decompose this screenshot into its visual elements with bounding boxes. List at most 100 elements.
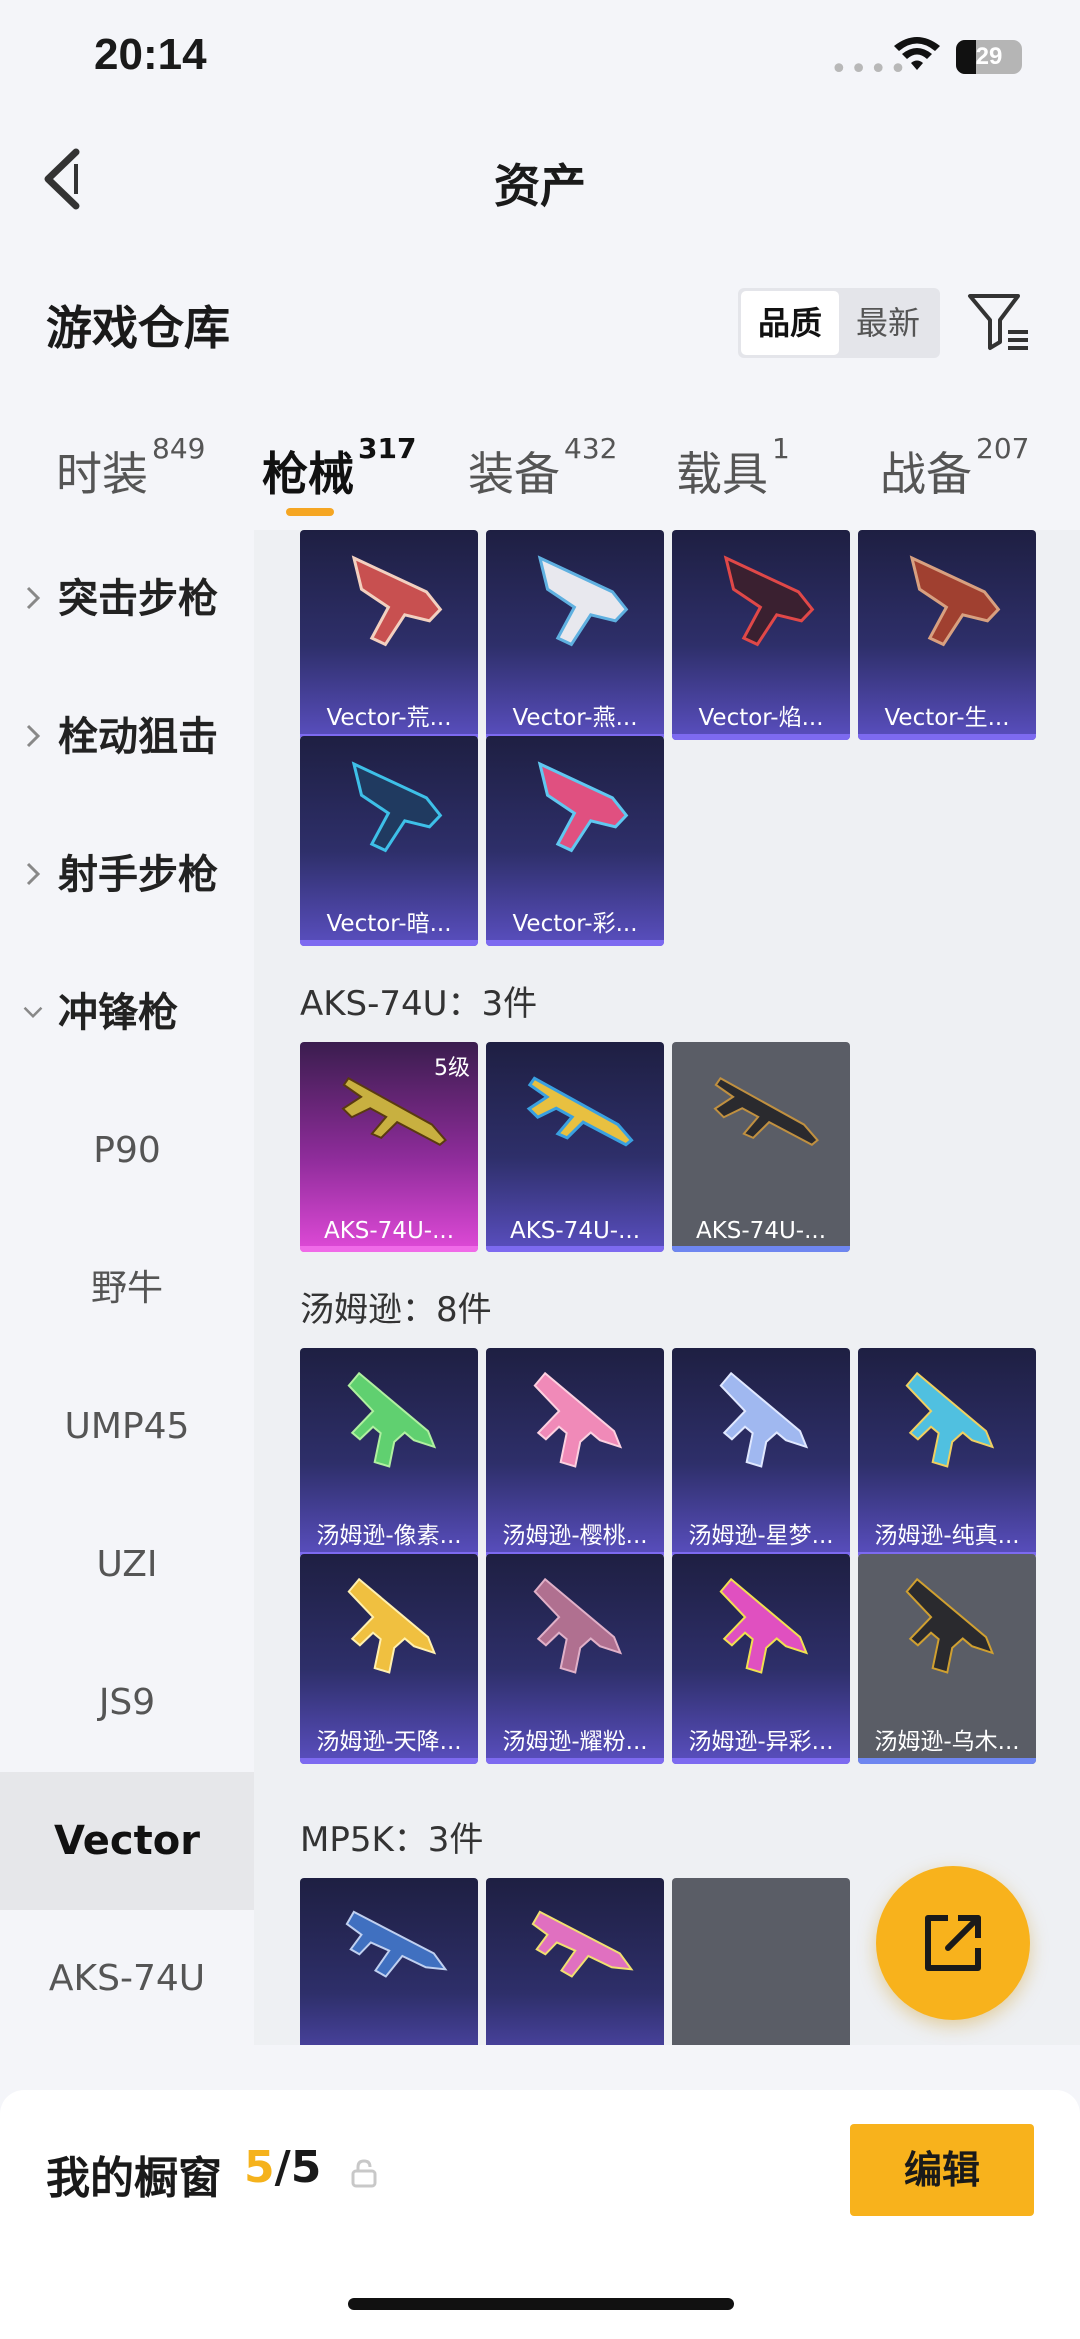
sort-newest-button[interactable]: 最新 [839, 291, 937, 355]
weapon-name: 汤姆逊-耀粉... [502, 1729, 648, 1755]
weapon-card[interactable] [672, 1878, 850, 2045]
external-link-icon [925, 1915, 981, 1971]
sidebar-sub-p90[interactable]: P90 [0, 1082, 254, 1220]
gun-icon [533, 1577, 623, 1674]
lock-icon [351, 2159, 377, 2188]
tab-equipment[interactable]: 装备 432 [468, 432, 617, 504]
tab-label: 战备 [880, 447, 972, 501]
weapon-card[interactable] [486, 1878, 664, 2045]
weapon-name: AKS-74U-... [323, 1218, 455, 1244]
weapon-name: 汤姆逊-天降... [316, 1729, 462, 1755]
tab-supplies[interactable]: 战备 207 [880, 432, 1029, 504]
weapon-sidebar: 突击步枪 栓动狙击 射手步枪 冲锋枪 P90 野牛 UMP45 UZI JS9 … [0, 530, 254, 2045]
sidebar-item-marksman-rifle[interactable]: 射手步枪 [0, 806, 254, 944]
gun-icon [351, 761, 443, 853]
section-title-thompson: 汤姆逊：8件 [300, 1290, 492, 1330]
share-button[interactable] [876, 1866, 1030, 2020]
sidebar-sub-js9[interactable]: JS9 [0, 1634, 254, 1772]
weapon-name: AKS-74U-... [509, 1218, 641, 1244]
gun-icon [537, 555, 629, 647]
filter-icon[interactable] [966, 290, 1032, 354]
showcase-label: 我的橱窗 [46, 2153, 222, 2204]
category-tabs: 时装 849 枪械 317 装备 432 载具 1 战备 207 [0, 420, 1080, 530]
tab-firearms[interactable]: 枪械 317 [262, 432, 416, 504]
gun-icon [526, 1076, 634, 1147]
weapon-name: 汤姆逊-像素... [316, 1523, 462, 1549]
weapon-name: Vector-彩... [512, 911, 638, 937]
home-indicator[interactable] [348, 2298, 734, 2310]
sidebar-sub-label: UZI [96, 1544, 158, 1585]
weapon-card[interactable]: Vector-彩... [486, 736, 664, 946]
tab-fashion[interactable]: 时装 849 [56, 432, 205, 504]
sidebar-sub-uzi[interactable]: UZI [0, 1496, 254, 1634]
section-title-aks74u: AKS-74U：3件 [300, 984, 538, 1024]
gun-icon [351, 555, 443, 647]
sidebar-item-label: 冲锋枪 [58, 990, 178, 1036]
sidebar-sub-bizon[interactable]: 野牛 [0, 1220, 254, 1358]
gun-icon [531, 1910, 634, 1978]
tab-label: 枪械 [262, 447, 354, 501]
weapon-card[interactable] [300, 1878, 478, 2045]
tab-count: 317 [358, 432, 417, 465]
chevron-right-icon [26, 862, 41, 886]
sidebar-sub-label: 野牛 [90, 1268, 163, 1309]
weapon-card[interactable]: AKS-74U-... [672, 1042, 850, 1252]
sidebar-sub-vector[interactable]: Vector [0, 1772, 254, 1910]
showcase-count: 5/5 [244, 2142, 321, 2193]
gun-icon [719, 1371, 809, 1468]
section-title-mp5k: MP5K：3件 [300, 1820, 484, 1860]
edit-button[interactable]: 编辑 [850, 2124, 1034, 2216]
tab-count: 207 [976, 432, 1030, 465]
warehouse-title: 游戏仓库 [46, 301, 230, 355]
tab-label: 装备 [468, 447, 560, 501]
weapon-card[interactable]: 汤姆逊-天降... [300, 1554, 478, 1764]
gun-icon [719, 1577, 809, 1674]
weapon-name: 汤姆逊-星梦... [688, 1523, 834, 1549]
sidebar-item-smg[interactable]: 冲锋枪 [0, 944, 254, 1082]
nav-bar: 资产 [0, 120, 1080, 238]
sidebar-sub-aks74u[interactable]: AKS-74U [0, 1910, 254, 2045]
weapon-card[interactable]: 汤姆逊-像素... [300, 1348, 478, 1558]
gun-icon [713, 1076, 819, 1146]
weapon-card[interactable]: Vector-焰... [672, 530, 850, 740]
tab-vehicles[interactable]: 载具 1 [676, 432, 790, 504]
sidebar-item-bolt-sniper[interactable]: 栓动狙击 [0, 668, 254, 806]
chevron-down-icon [23, 1006, 43, 1019]
weapon-card[interactable]: AKS-74U-... [486, 1042, 664, 1252]
chevron-right-icon [26, 586, 41, 610]
sidebar-sub-label: AKS-74U [48, 1958, 206, 1999]
sidebar-sub-label: JS9 [98, 1682, 156, 1723]
chevron-right-icon [26, 724, 41, 748]
weapon-name: Vector-荒... [326, 705, 452, 731]
sort-quality-button[interactable]: 品质 [741, 291, 839, 355]
gun-icon [341, 1076, 447, 1146]
weapon-card[interactable]: Vector-荒... [300, 530, 478, 740]
weapon-card[interactable]: Vector-燕... [486, 530, 664, 740]
sidebar-item-label: 射手步枪 [58, 852, 218, 898]
weapon-name: 汤姆逊-樱桃... [502, 1523, 648, 1549]
sidebar-item-assault-rifle[interactable]: 突击步枪 [0, 530, 254, 668]
sidebar-sub-label: UMP45 [64, 1406, 190, 1447]
tab-count: 1 [772, 432, 790, 465]
weapon-name: Vector-燕... [512, 705, 638, 731]
weapon-card[interactable]: 汤姆逊-乌木... [858, 1554, 1036, 1764]
weapon-name: AKS-74U-... [695, 1218, 827, 1244]
tab-count: 432 [564, 432, 618, 465]
weapon-card[interactable]: Vector-暗... [300, 736, 478, 946]
weapon-card[interactable]: 汤姆逊-星梦... [672, 1348, 850, 1558]
sidebar-sub-ump45[interactable]: UMP45 [0, 1358, 254, 1496]
weapon-card[interactable]: 汤姆逊-异彩... [672, 1554, 850, 1764]
tab-label: 载具 [676, 447, 768, 501]
weapon-card[interactable]: 汤姆逊-樱桃... [486, 1348, 664, 1558]
weapon-name: Vector-焰... [698, 705, 824, 731]
gun-icon [723, 555, 815, 647]
weapon-card[interactable]: 汤姆逊-耀粉... [486, 1554, 664, 1764]
weapon-card[interactable]: 汤姆逊-纯真... [858, 1348, 1036, 1558]
weapon-card[interactable]: 5级 AKS-74U-... [300, 1042, 478, 1252]
wifi-icon [894, 37, 940, 70]
gun-icon [347, 1371, 437, 1468]
weapon-card[interactable]: Vector-生... [858, 530, 1036, 740]
gun-icon [533, 1371, 623, 1468]
page-title: 资产 [494, 159, 586, 213]
weapon-name: 汤姆逊-乌木... [874, 1729, 1020, 1755]
